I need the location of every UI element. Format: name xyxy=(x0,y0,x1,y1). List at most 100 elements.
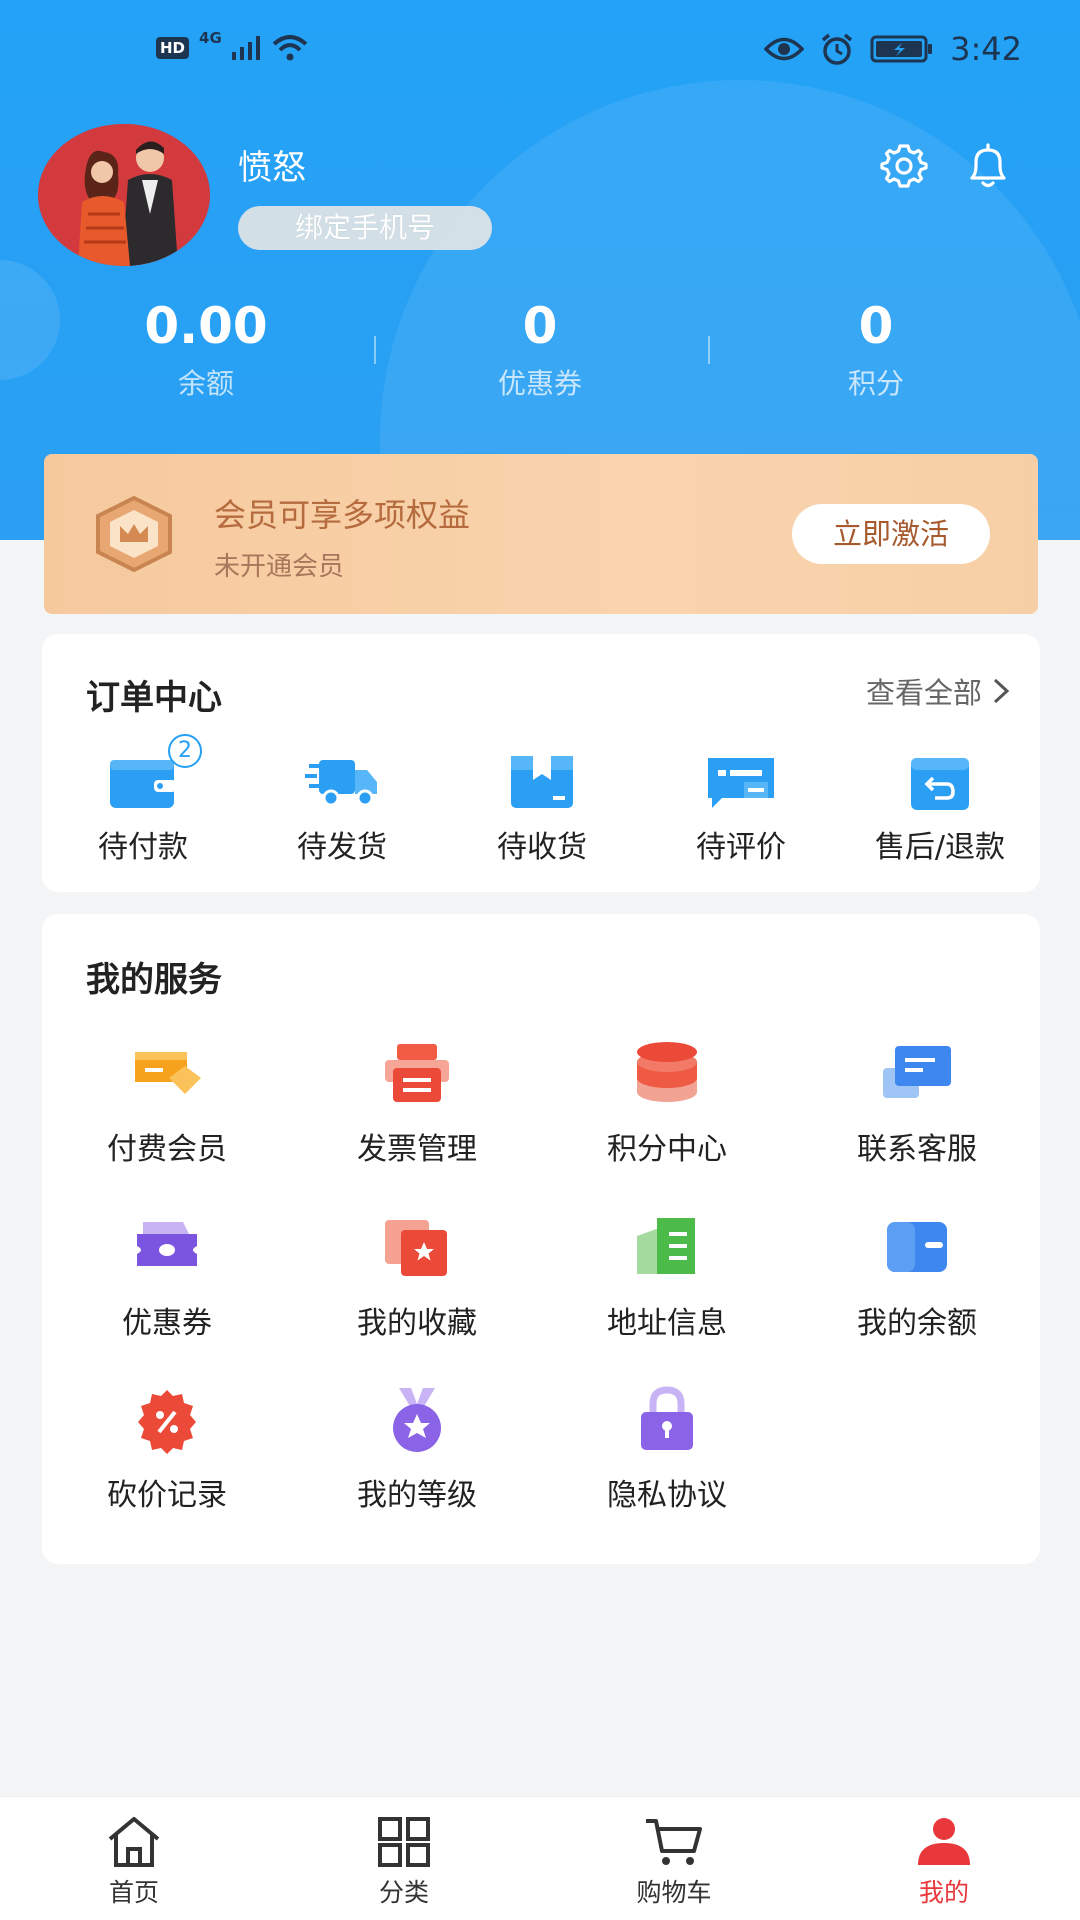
nav-label: 分类 xyxy=(378,1878,429,1907)
vip-card-icon xyxy=(135,1052,201,1094)
crown-badge-icon xyxy=(96,495,172,573)
nav-label: 我的 xyxy=(918,1878,969,1907)
service-address-info[interactable]: 地址信息 xyxy=(542,1212,792,1342)
service-label: 我的余额 xyxy=(857,1306,977,1341)
service-label: 付费会员 xyxy=(107,1132,227,1167)
account-stats: 0.00 余额 0 优惠券 0 积分 xyxy=(0,296,1080,406)
notification-bell-icon[interactable] xyxy=(962,140,1014,192)
my-services-title: 我的服务 xyxy=(86,960,222,1000)
chevron-right-icon xyxy=(993,678,1010,704)
stat-value: 0.00 xyxy=(144,297,268,355)
order-pending-review[interactable]: 待评价 xyxy=(641,750,841,866)
service-label: 我的等级 xyxy=(357,1478,477,1513)
service-invoice-management[interactable]: 发票管理 xyxy=(292,1038,542,1168)
status-bar: HD 4G 3:42 xyxy=(0,0,1080,100)
service-my-balance[interactable]: 我的余额 xyxy=(792,1212,1042,1342)
member-title: 会员可享多项权益 xyxy=(214,496,471,534)
avatar-couple-illustration xyxy=(38,124,210,266)
service-privacy-agreement[interactable]: 隐私协议 xyxy=(542,1384,792,1514)
service-label: 积分中心 xyxy=(607,1132,727,1167)
order-center-title: 订单中心 xyxy=(86,678,222,718)
stat-label: 积分 xyxy=(847,367,904,400)
view-all-orders-link[interactable]: 查看全部 xyxy=(866,670,1010,712)
service-label: 发票管理 xyxy=(357,1132,477,1167)
order-pending-payment[interactable]: 2 待付款 xyxy=(43,734,243,866)
stat-balance[interactable]: 0.00 余额 xyxy=(86,296,326,402)
bottom-navigation: 首页 分类 购物车 我的 xyxy=(0,1796,1080,1920)
signal-icon xyxy=(231,36,260,60)
stat-divider xyxy=(708,336,710,364)
order-item-label: 待评价 xyxy=(696,830,786,865)
nav-home[interactable]: 首页 xyxy=(44,1815,224,1909)
service-label: 优惠券 xyxy=(122,1306,212,1341)
invoice-icon xyxy=(385,1044,449,1102)
service-points-center[interactable]: 积分中心 xyxy=(542,1038,792,1168)
stat-label: 优惠券 xyxy=(497,367,582,400)
alarm-icon xyxy=(822,33,853,65)
stat-label: 余额 xyxy=(177,367,234,400)
order-item-label: 待发货 xyxy=(297,830,387,865)
stat-coupons[interactable]: 0 优惠券 xyxy=(420,296,660,402)
balance-wallet-icon xyxy=(887,1222,947,1272)
nav-category[interactable]: 分类 xyxy=(314,1815,494,1909)
avatar[interactable] xyxy=(38,124,210,266)
nav-label: 首页 xyxy=(108,1878,159,1907)
my-services-card: 我的服务 付费会员 发票管理 积分中心 联系客服 优惠券 我的收藏 地址信息 我… xyxy=(42,914,1040,1564)
nav-label: 购物车 xyxy=(636,1878,712,1907)
refund-icon xyxy=(911,758,969,810)
chat-service-icon xyxy=(883,1046,951,1098)
hd-indicator: HD xyxy=(156,37,190,59)
service-label: 地址信息 xyxy=(607,1306,727,1341)
order-item-label: 售后/退款 xyxy=(874,830,1006,865)
truck-icon xyxy=(305,760,377,807)
battery-icon xyxy=(870,35,933,63)
member-subtitle: 未开通会员 xyxy=(214,552,345,582)
favorites-icon xyxy=(385,1220,447,1276)
order-pending-receipt[interactable]: 待收货 xyxy=(442,750,642,866)
view-all-label: 查看全部 xyxy=(865,676,982,710)
wallet-icon xyxy=(110,760,176,808)
service-coupons[interactable]: 优惠券 xyxy=(42,1212,292,1342)
address-book-icon xyxy=(637,1218,695,1274)
level-medal-icon xyxy=(393,1388,441,1452)
service-label: 隐私协议 xyxy=(607,1478,727,1513)
service-customer-support[interactable]: 联系客服 xyxy=(792,1038,1042,1168)
discount-tag-icon xyxy=(138,1390,196,1454)
service-label: 联系客服 xyxy=(857,1132,977,1167)
home-icon xyxy=(108,1817,160,1867)
bind-phone-button[interactable]: 绑定手机号 xyxy=(238,206,492,250)
member-benefits-card[interactable]: 会员可享多项权益 未开通会员 立即激活 xyxy=(44,454,1038,614)
service-bargain-records[interactable]: 砍价记录 xyxy=(42,1384,292,1514)
order-item-label: 待付款 xyxy=(98,830,188,865)
stat-divider xyxy=(374,336,376,364)
order-item-label: 待收货 xyxy=(497,830,587,865)
category-grid-icon xyxy=(378,1817,430,1867)
nav-mine[interactable]: 我的 xyxy=(854,1815,1034,1909)
stat-value: 0 xyxy=(858,297,894,355)
activate-member-button[interactable]: 立即激活 xyxy=(792,504,990,564)
pending-payment-badge: 2 xyxy=(168,734,202,768)
network-type: 4G xyxy=(199,29,222,47)
cart-icon xyxy=(646,1819,702,1865)
service-my-favorites[interactable]: 我的收藏 xyxy=(292,1212,542,1342)
nav-cart[interactable]: 购物车 xyxy=(584,1815,764,1909)
settings-gear-icon[interactable] xyxy=(878,140,930,192)
order-after-sales[interactable]: 售后/退款 xyxy=(840,750,1040,866)
service-label: 我的收藏 xyxy=(357,1306,477,1341)
service-label: 砍价记录 xyxy=(107,1478,227,1513)
stat-value: 0 xyxy=(522,297,558,355)
order-pending-shipment[interactable]: 待发货 xyxy=(242,750,442,866)
privacy-lock-icon xyxy=(641,1386,693,1450)
eye-icon xyxy=(764,37,805,61)
stat-points[interactable]: 0 积分 xyxy=(756,296,996,402)
wifi-icon xyxy=(272,35,308,61)
order-center-card: 订单中心 查看全部 2 待付款 待发货 待收货 待评价 售后/退款 xyxy=(42,634,1040,892)
service-paid-membership[interactable]: 付费会员 xyxy=(42,1038,292,1168)
review-icon xyxy=(708,758,774,808)
service-my-level[interactable]: 我的等级 xyxy=(292,1384,542,1514)
coupon-icon xyxy=(137,1222,197,1266)
points-coins-icon xyxy=(637,1042,697,1102)
box-icon xyxy=(511,756,573,808)
clock-time: 3:42 xyxy=(950,30,1022,68)
user-icon xyxy=(918,1818,970,1865)
